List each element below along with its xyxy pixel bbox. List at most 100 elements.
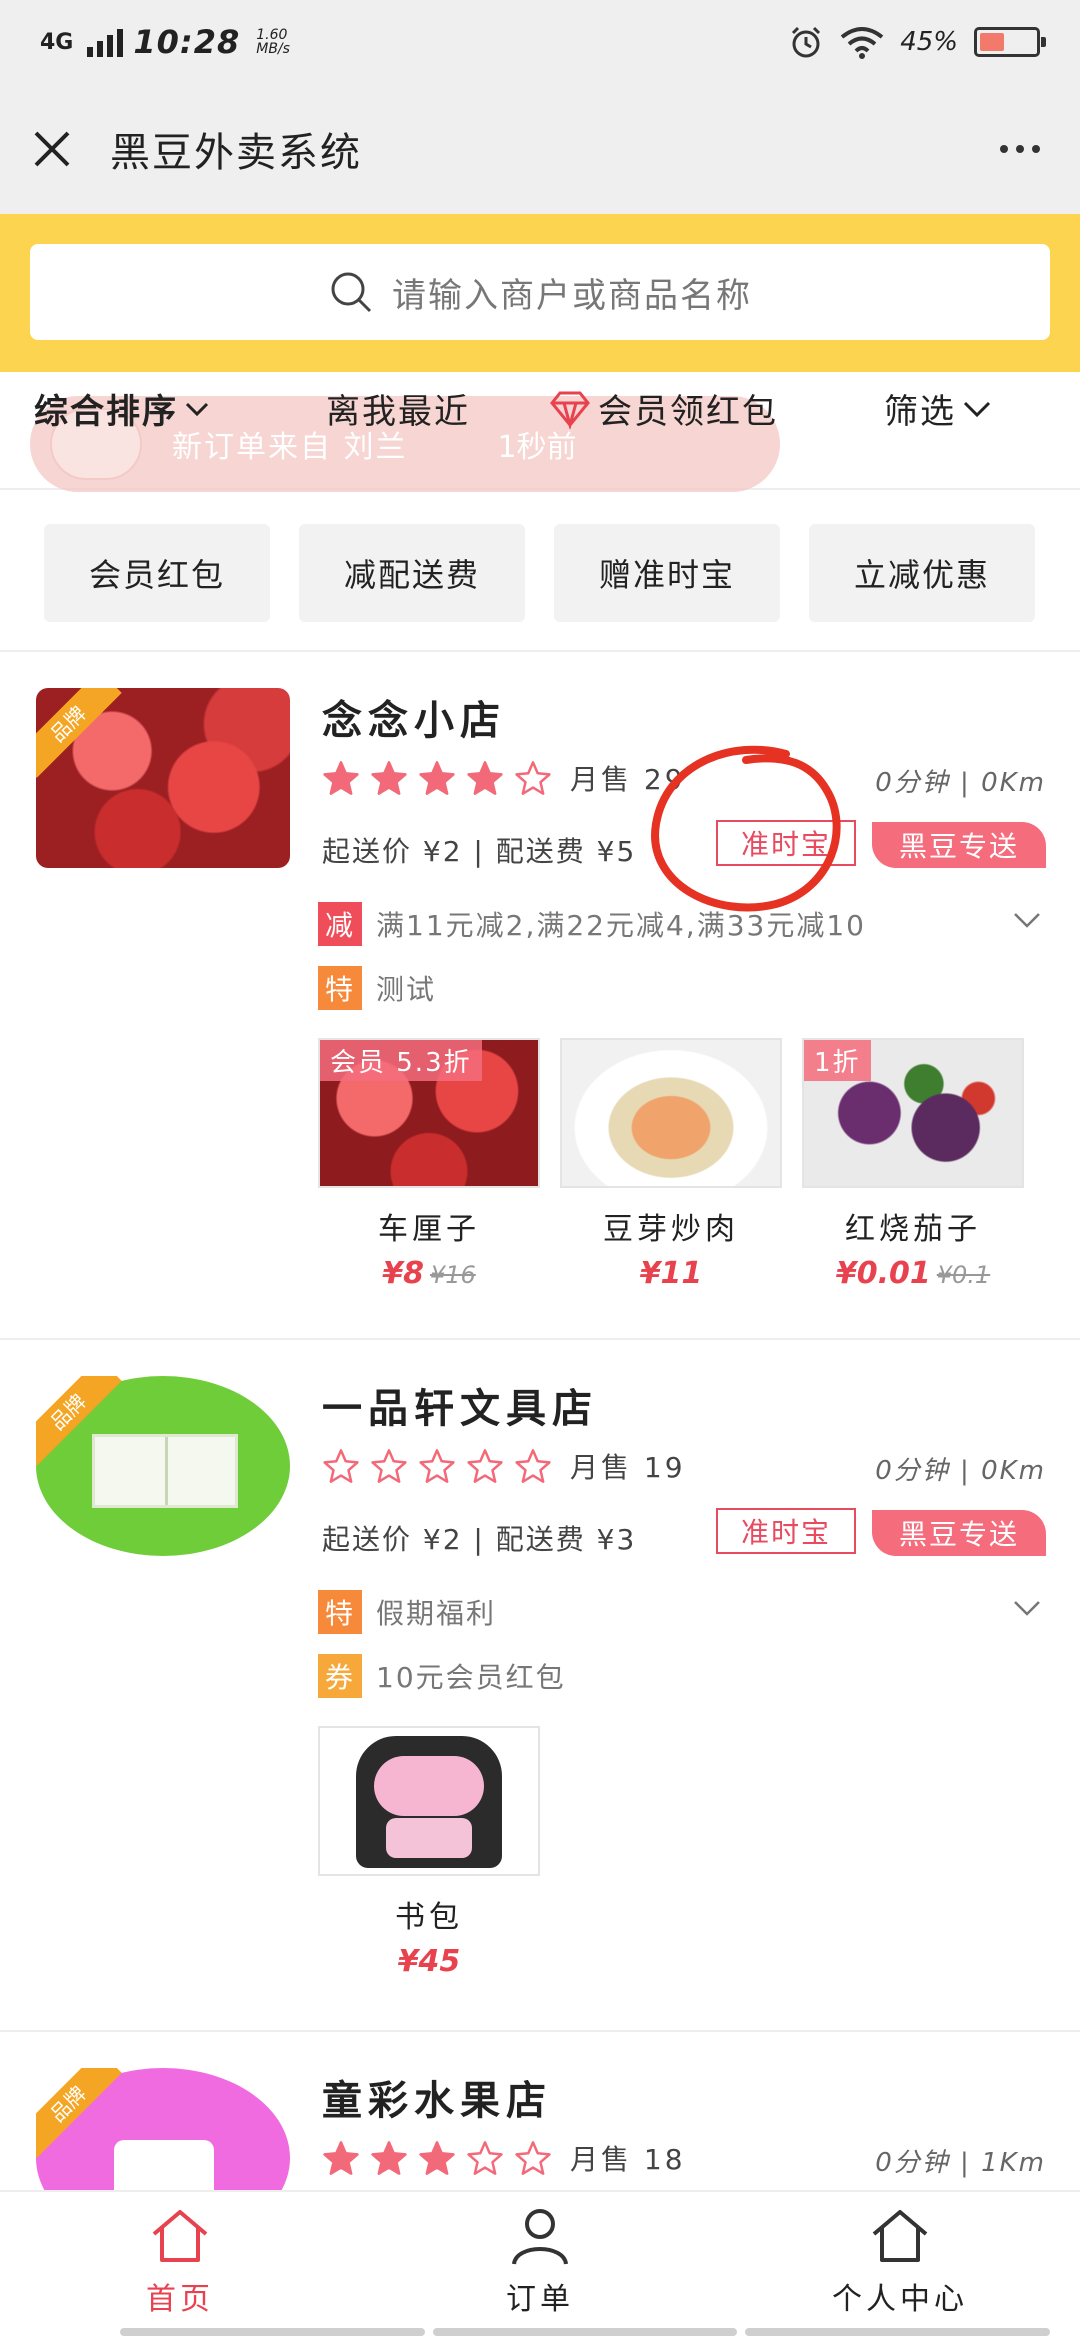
star-filled-icon: [323, 761, 359, 795]
delivery-badge: 黑豆专送: [872, 822, 1046, 868]
special-tag: 特: [318, 1590, 362, 1634]
shop-card[interactable]: 品牌 一品轩文具店 月售 19 0分钟 | 0Km 起送价 ¥2 | 配送费 ¥…: [0, 1342, 1080, 2032]
product-image: [318, 1726, 540, 1876]
more-icon[interactable]: [1000, 145, 1040, 153]
product-image: 会员 5.3折: [318, 1038, 540, 1188]
delivery-badge: 黑豆专送: [872, 1510, 1046, 1556]
network-speed: 1.60 MB/s: [256, 27, 290, 57]
monthly-sales: 月售 19: [570, 1451, 686, 1484]
app-header: 黑豆外卖系统: [0, 84, 1080, 214]
product-price: ¥8 ¥16: [382, 1256, 476, 1291]
shop-logo: 品牌: [36, 688, 290, 868]
star-empty-icon: [467, 2141, 503, 2175]
chevron-down-icon[interactable]: [1012, 910, 1042, 930]
network-type: 4G: [40, 29, 74, 55]
promo-special: 特 假期福利: [318, 1590, 496, 1634]
shop-card[interactable]: 品牌 童彩水果店 月售 18 0分钟 | 1Km: [0, 2034, 1080, 2190]
chevron-down-icon: [185, 402, 209, 416]
nav-home-label: 首页: [146, 2282, 214, 2317]
star-filled-icon: [419, 761, 455, 795]
battery-percent: 45%: [900, 27, 958, 57]
star-empty-icon: [419, 1449, 455, 1483]
product-item[interactable]: 会员 5.3折 车厘子 ¥8 ¥16: [318, 1038, 540, 1291]
fee-line: 起送价 ¥2 | 配送费 ¥5: [322, 835, 637, 868]
status-bar: 4G 10:28 1.60 MB/s 45%: [0, 0, 1080, 84]
product-image: [560, 1038, 782, 1188]
shop-card[interactable]: 品牌 念念小店 月售 29 0分钟 | 0Km 起送价 ¥2 | 配送费 ¥5 …: [0, 654, 1080, 1340]
product-item[interactable]: 豆芽炒肉 ¥11: [560, 1038, 782, 1291]
close-icon[interactable]: [30, 127, 74, 171]
shop-name: 一品轩文具店: [322, 1386, 598, 1432]
product-name: 豆芽炒肉: [603, 1212, 739, 1247]
sort-bar: 新订单来自 刘兰 1秒前 综合排序 离我最近 会员领红包 筛选: [0, 372, 1080, 492]
sort-member-redpacket[interactable]: 会员领红包: [548, 384, 778, 433]
shop-logo: 品牌: [36, 1376, 290, 1556]
star-filled-icon: [371, 761, 407, 795]
star-empty-icon: [467, 1449, 503, 1483]
nav-orders-label: 订单: [506, 2282, 574, 2317]
sort-filter[interactable]: 筛选: [884, 384, 992, 433]
reduce-tag: 减: [318, 902, 362, 946]
search-band: 请输入商户或商品名称: [0, 214, 1080, 372]
ontime-badge: 准时宝: [716, 1508, 856, 1554]
star-filled-icon: [323, 2141, 359, 2175]
shop-logo: 品牌: [36, 2068, 290, 2190]
tag-ontime[interactable]: 赠准时宝: [554, 524, 780, 622]
rating-stars: [322, 1448, 552, 1484]
product-item[interactable]: 书包 ¥45: [318, 1726, 540, 1979]
signal-icon: [87, 27, 124, 57]
sort-comprehensive[interactable]: 综合排序: [34, 384, 210, 433]
promo-coupon: 券 10元会员红包: [318, 1654, 566, 1698]
bottom-nav: 首页 订单 个人中心: [0, 2190, 1080, 2340]
product-price: ¥45: [397, 1944, 461, 1979]
promo-reduce: 减 满11元减2,满22元减4,满33元减10: [318, 902, 866, 946]
backpack-icon: [356, 1736, 502, 1868]
rating-stars: [322, 760, 552, 796]
star-empty-icon: [515, 1449, 551, 1483]
nav-profile[interactable]: 个人中心: [800, 2206, 1000, 2318]
sort-nearest[interactable]: 离我最近: [326, 384, 470, 433]
product-name: 车厘子: [378, 1212, 480, 1247]
star-filled-icon: [467, 761, 503, 795]
shop-name: 念念小店: [322, 698, 506, 744]
product-price: ¥11: [639, 1256, 703, 1291]
gesture-bar: [120, 2328, 1051, 2336]
book-icon: [92, 1434, 238, 1508]
diamond-icon: [550, 391, 590, 429]
tag-member-redpacket[interactable]: 会员红包: [44, 524, 270, 622]
monthly-sales: 月售 18: [570, 2143, 686, 2176]
coupon-tag: 券: [318, 1654, 362, 1698]
shirt-icon: [114, 2140, 214, 2190]
nav-profile-label: 个人中心: [832, 2282, 968, 2317]
product-item[interactable]: 1折 红烧茄子 ¥0.01 ¥0.1: [802, 1038, 1024, 1291]
product-name: 红烧茄子: [845, 1212, 981, 1247]
star-empty-icon: [323, 1449, 359, 1483]
fee-line: 起送价 ¥2 | 配送费 ¥3: [322, 1523, 637, 1556]
search-icon: [331, 272, 372, 313]
star-filled-icon: [371, 2141, 407, 2175]
promo-special: 特 测试: [318, 966, 436, 1010]
tag-reduce-delivery[interactable]: 减配送费: [299, 524, 525, 622]
search-placeholder: 请输入商户或商品名称: [392, 275, 752, 316]
brand-ribbon: 品牌: [36, 688, 122, 778]
filter-tags: 会员红包 减配送费 赠准时宝 立减优惠: [0, 492, 1080, 652]
product-image: 1折: [802, 1038, 1024, 1188]
nav-home[interactable]: 首页: [80, 2206, 280, 2318]
special-tag: 特: [318, 966, 362, 1010]
shop-name: 童彩水果店: [322, 2078, 552, 2124]
clock: 10:28: [133, 23, 241, 61]
chevron-down-icon[interactable]: [1012, 1598, 1042, 1618]
search-input[interactable]: 请输入商户或商品名称: [30, 244, 1050, 340]
wifi-icon: [840, 27, 884, 59]
discount-tag: 会员 5.3折: [320, 1040, 482, 1081]
star-empty-icon: [371, 1449, 407, 1483]
time-distance: 0分钟 | 0Km: [875, 1456, 1046, 1486]
tag-instant-discount[interactable]: 立减优惠: [809, 524, 1035, 622]
nav-orders[interactable]: 订单: [440, 2206, 640, 2318]
time-distance: 0分钟 | 1Km: [875, 2148, 1046, 2178]
discount-tag: 1折: [804, 1040, 871, 1081]
ontime-badge: 准时宝: [716, 820, 856, 866]
battery-icon: [974, 27, 1046, 57]
home-icon: [152, 2210, 208, 2262]
rating-stars: [322, 2140, 552, 2176]
